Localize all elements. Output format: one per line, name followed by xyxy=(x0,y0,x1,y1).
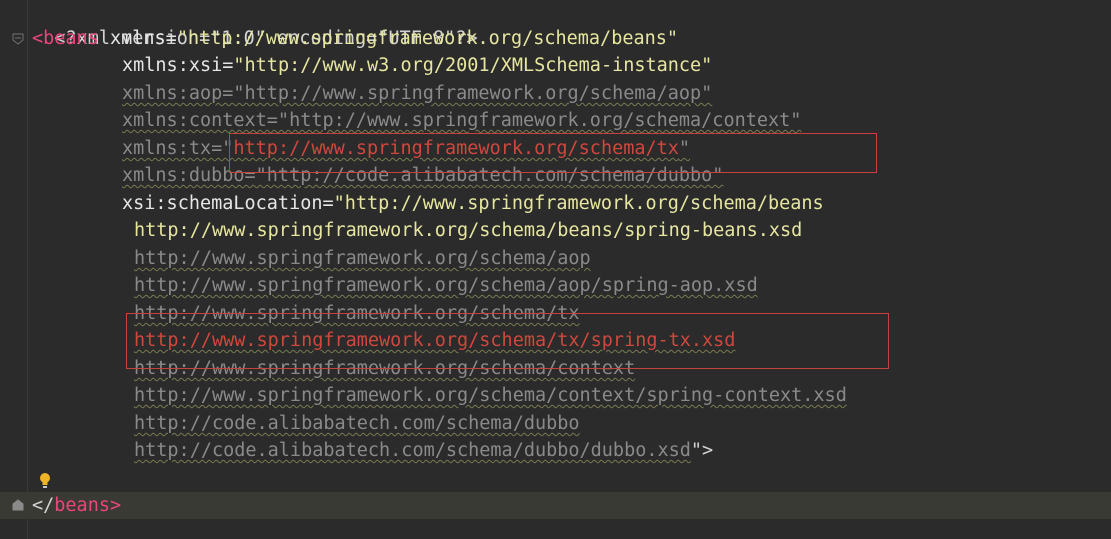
code-line-close: </beans> xyxy=(32,492,121,519)
close-end-bracket: > xyxy=(109,495,122,516)
schema-loc-9-close: "> xyxy=(690,440,714,461)
schema-loc-8: http://code.alibabatech.com/schema/dubbo xyxy=(134,413,580,434)
beans-tag: beans xyxy=(43,28,99,49)
schema-loc-2: http://www.springframework.org/schema/ao… xyxy=(134,248,591,269)
fold-icon[interactable] xyxy=(11,32,25,46)
close-beans-tag: beans xyxy=(54,495,110,516)
tx-attr: xmlns:tx=" xyxy=(122,138,234,159)
schema-loc-3: http://www.springframework.org/schema/ao… xyxy=(134,275,758,296)
highlight-box-tx-xsd xyxy=(126,313,889,369)
fold-end-icon[interactable] xyxy=(11,498,25,512)
close-open-bracket: </ xyxy=(32,495,55,516)
gutter-divider xyxy=(27,0,28,539)
xsi-attr: xmlns:xsi= xyxy=(122,55,234,76)
beans-open-bracket: < xyxy=(32,28,44,49)
schema-loc-7: http://www.springframework.org/schema/co… xyxy=(134,385,847,406)
code-line-2: <beans xmlns="http://www.springframework… xyxy=(32,25,678,52)
code-line-1: <?xml version="1.0" encoding="UTF-8"?> xyxy=(32,0,477,49)
code-line-aop: xmlns:aop="http://www.springframework.or… xyxy=(122,83,713,104)
schema-loc-9-url: http://code.alibabatech.com/schema/dubbo… xyxy=(134,440,691,461)
xsi-value: "http://www.w3.org/2001/XMLSchema-instan… xyxy=(233,55,713,76)
lightbulb-icon[interactable] xyxy=(38,472,52,490)
schema-loc-1: http://www.springframework.org/schema/be… xyxy=(134,220,803,241)
schema-location-value: "http://www.springframework.org/schema/b… xyxy=(333,193,824,214)
xmlns-value: "http://www.springframework.org/schema/b… xyxy=(176,28,679,49)
code-line-3: xmlns:xsi="http://www.w3.org/2001/XMLSch… xyxy=(122,52,712,79)
highlight-box-tx-namespace xyxy=(229,133,877,173)
xmlns-attr: xmlns= xyxy=(98,28,177,49)
schema-loc-9: http://code.alibabatech.com/schema/dubbo… xyxy=(134,437,713,464)
schema-location-attr: xsi:schemaLocation= xyxy=(122,193,334,214)
current-line-highlight xyxy=(0,492,1111,519)
editor-gutter xyxy=(0,0,28,539)
code-line-schema: xsi:schemaLocation="http://www.springfra… xyxy=(122,190,824,217)
code-line-context: xmlns:context="http://www.springframewor… xyxy=(122,110,802,131)
